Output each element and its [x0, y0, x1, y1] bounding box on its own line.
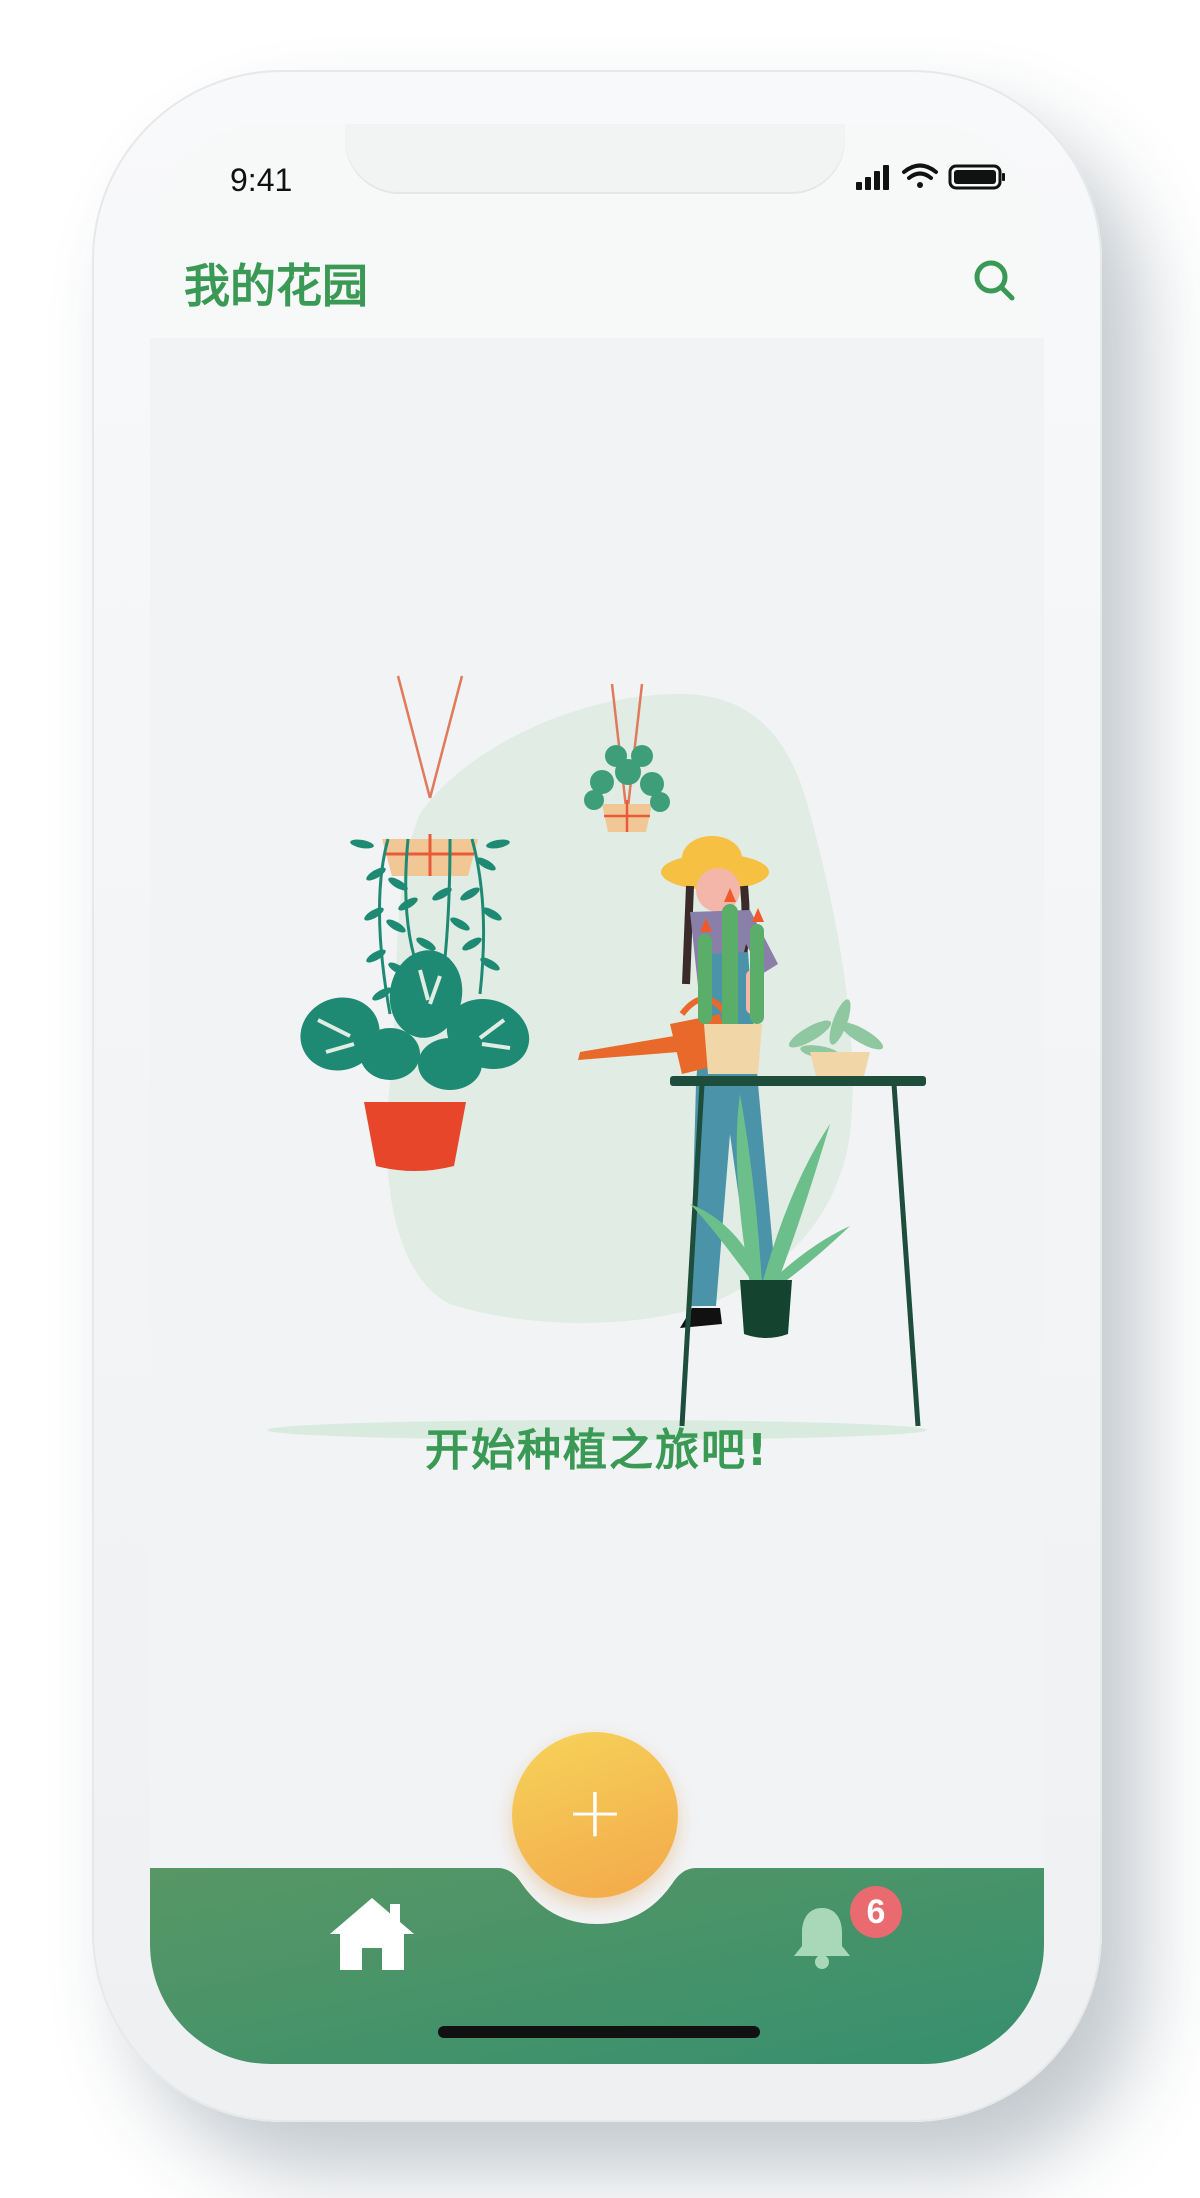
app-screen: 9:41 我的花园 开始种植之旅吧! + 6 [150, 124, 1044, 2064]
status-time: 9:41 [230, 162, 293, 198]
battery-icon [948, 164, 1005, 190]
home-indicator [438, 2026, 760, 2038]
wifi-icon [902, 163, 938, 188]
status-icons [856, 163, 1005, 190]
add-plant-button[interactable]: + [512, 1732, 678, 1898]
search-icon[interactable] [970, 256, 1018, 304]
device-notch [345, 124, 845, 194]
empty-state-message: 开始种植之旅吧! [424, 1425, 770, 1476]
home-icon[interactable] [326, 1894, 418, 1974]
gardening-illustration [267, 675, 927, 1440]
signal-icon [856, 165, 889, 190]
notification-badge: 6 [850, 1886, 902, 1938]
bell-icon[interactable] [790, 1902, 854, 1970]
page-title: 我的花园 [184, 259, 368, 313]
plus-icon: + [565, 1771, 625, 1853]
